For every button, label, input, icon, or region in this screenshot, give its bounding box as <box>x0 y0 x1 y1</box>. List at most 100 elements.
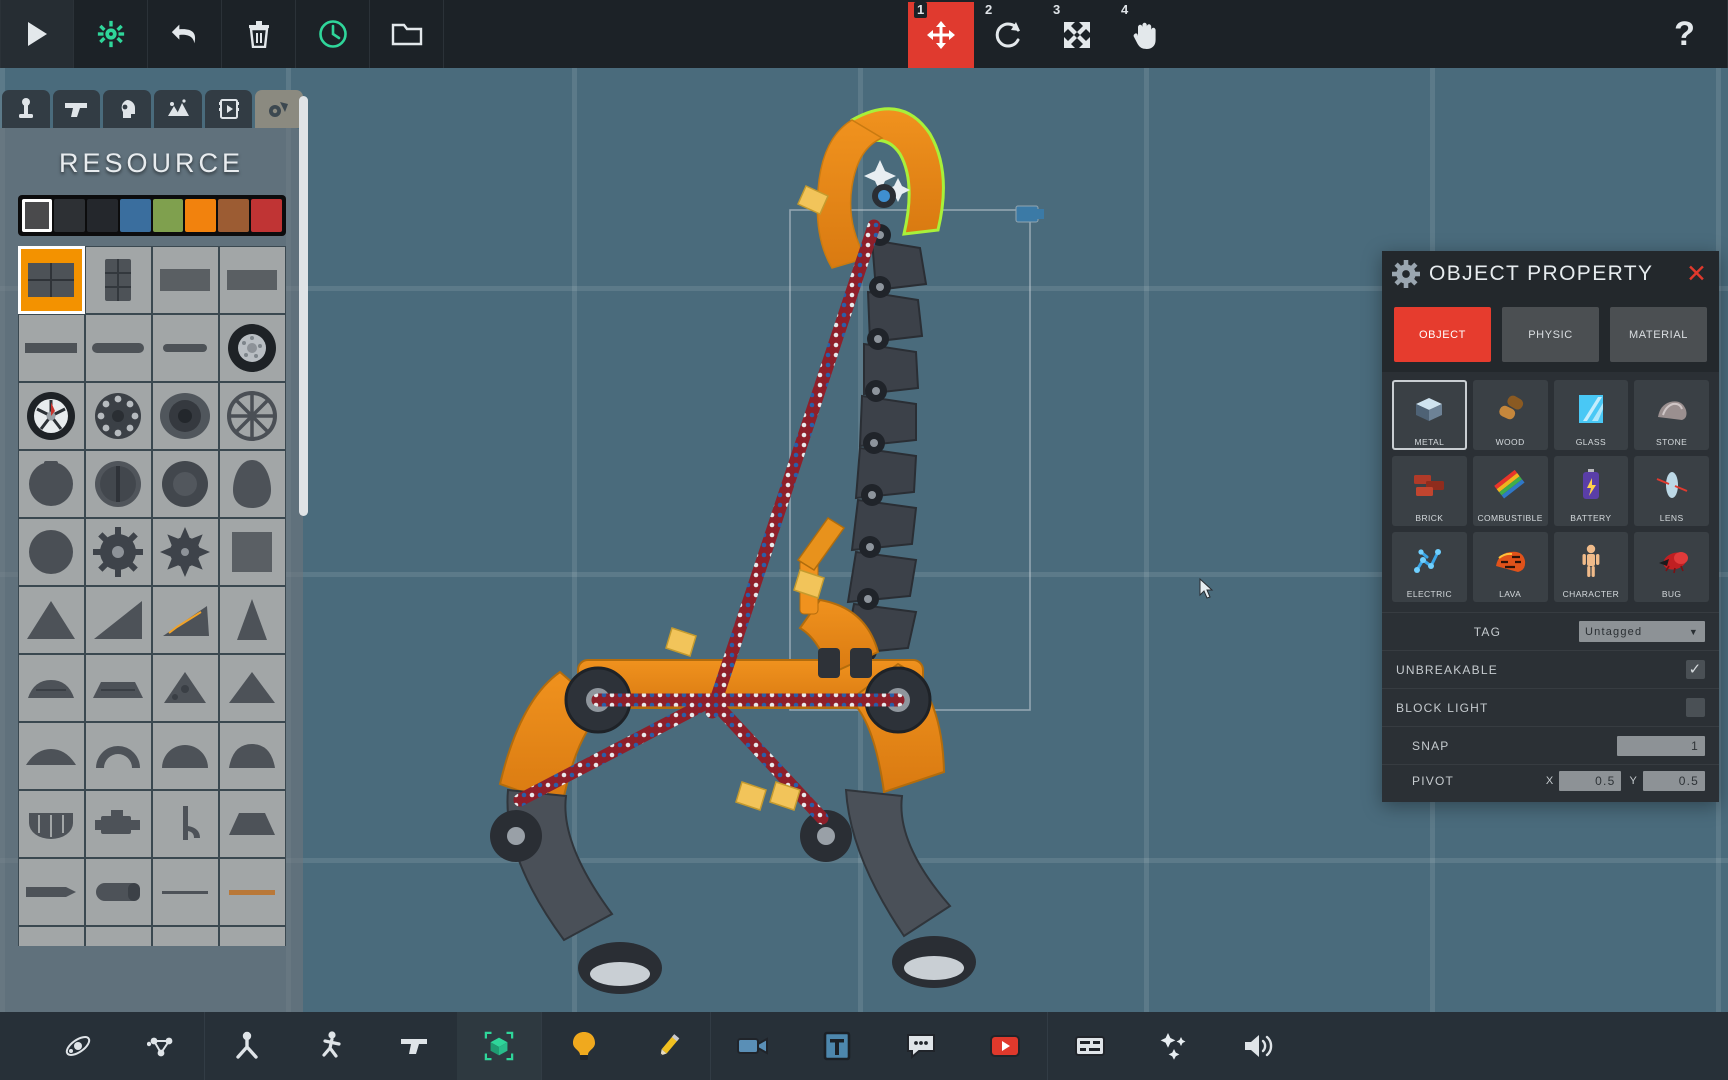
material-lava[interactable]: LAVA <box>1472 532 1548 602</box>
material-brick[interactable]: BRICK <box>1392 456 1467 526</box>
part-ramp[interactable] <box>84 586 152 654</box>
light-button[interactable] <box>542 1012 626 1080</box>
material-metal[interactable]: METAL <box>1392 380 1467 450</box>
part-rod[interactable] <box>84 314 152 382</box>
material-wood[interactable]: WOOD <box>1472 380 1548 450</box>
joint-button[interactable] <box>205 1012 289 1080</box>
part-disc[interactable] <box>17 450 85 518</box>
swatch-gray[interactable] <box>21 199 53 232</box>
tab-material[interactable]: MATERIAL <box>1610 307 1707 362</box>
part-square[interactable] <box>218 518 286 586</box>
swatch-blue[interactable] <box>119 199 151 232</box>
material-combustible[interactable]: COMBUSTIBLE <box>1472 456 1548 526</box>
part-dome[interactable] <box>151 722 219 790</box>
material-battery[interactable]: BATTERY <box>1553 456 1629 526</box>
pivot-y-input[interactable]: 0.5 <box>1643 770 1705 791</box>
part-spoke[interactable] <box>218 382 286 450</box>
part-slab[interactable] <box>17 722 85 790</box>
part-tri2[interactable] <box>218 654 286 722</box>
ragdoll-button[interactable] <box>289 1012 373 1080</box>
network-button[interactable] <box>120 1012 204 1080</box>
part-blank-c[interactable] <box>151 926 219 946</box>
tab-object[interactable]: OBJECT <box>1394 307 1491 362</box>
tool-move[interactable]: 1 <box>908 1 974 68</box>
swatch-dark[interactable] <box>54 199 85 232</box>
part-cage[interactable] <box>17 790 85 858</box>
part-arch[interactable] <box>84 722 152 790</box>
sound-button[interactable] <box>1216 1012 1300 1080</box>
part-plate-s[interactable] <box>218 246 286 314</box>
open-button[interactable] <box>370 0 444 68</box>
part-plate-l[interactable] <box>151 246 219 314</box>
part-shell[interactable] <box>218 722 286 790</box>
part-blank-a[interactable] <box>17 926 85 946</box>
tab-heads[interactable] <box>103 90 152 128</box>
material-glass[interactable]: GLASS <box>1553 380 1629 450</box>
draw-button[interactable] <box>626 1012 710 1080</box>
tab-vehicles[interactable] <box>255 90 304 128</box>
object-button[interactable] <box>457 1012 541 1080</box>
part-engine[interactable] <box>84 790 152 858</box>
part-bar[interactable] <box>17 314 85 382</box>
camera-button[interactable] <box>711 1012 795 1080</box>
tab-physic[interactable]: PHYSIC <box>1502 307 1599 362</box>
swatch-orange[interactable] <box>185 199 216 232</box>
part-cap[interactable] <box>218 790 286 858</box>
snap-input[interactable]: 1 <box>1617 735 1705 756</box>
part-beam[interactable] <box>17 858 85 926</box>
tab-terrain[interactable] <box>154 90 202 128</box>
part-tire-rim[interactable] <box>218 314 286 382</box>
part-tire-solid[interactable] <box>151 382 219 450</box>
part-wheel-bolt[interactable] <box>84 382 152 450</box>
part-gear[interactable] <box>84 518 152 586</box>
video-button[interactable] <box>963 1012 1047 1080</box>
play-button[interactable] <box>0 0 74 68</box>
swatch-black[interactable] <box>87 199 118 232</box>
tool-scale[interactable]: 3 <box>1044 1 1110 68</box>
part-stairs[interactable] <box>151 586 219 654</box>
part-sawblade[interactable] <box>151 518 219 586</box>
tool-pan[interactable]: 4 <box>1112 1 1178 68</box>
delete-button[interactable] <box>222 0 296 68</box>
dialogue-button[interactable] <box>879 1012 963 1080</box>
pivot-x-input[interactable]: 0.5 <box>1559 770 1622 791</box>
tab-weapons[interactable] <box>52 90 101 128</box>
physics-button[interactable] <box>36 1012 120 1080</box>
part-hook[interactable] <box>151 790 219 858</box>
part-strip[interactable] <box>218 858 286 926</box>
swatch-green[interactable] <box>152 199 184 232</box>
resource-scrollbar[interactable] <box>298 96 308 516</box>
material-stone[interactable]: STONE <box>1634 380 1709 450</box>
ui-button[interactable] <box>1048 1012 1132 1080</box>
settings-button[interactable] <box>74 0 148 68</box>
part-ball[interactable] <box>17 518 85 586</box>
part-blank-d[interactable] <box>218 926 286 946</box>
part-cone[interactable] <box>218 586 286 654</box>
block-light-checkbox[interactable] <box>1686 698 1705 717</box>
part-egg[interactable] <box>218 450 286 518</box>
part-tri[interactable] <box>151 654 219 722</box>
part-wedge[interactable] <box>17 586 85 654</box>
material-character[interactable]: CHARACTER <box>1553 532 1629 602</box>
part-roller[interactable] <box>151 450 219 518</box>
part-wheel-alloy[interactable] <box>17 382 85 450</box>
part-hull[interactable] <box>17 654 85 722</box>
text-button[interactable] <box>795 1012 879 1080</box>
part-crate[interactable] <box>17 246 85 314</box>
part-cylinder[interactable] <box>84 858 152 926</box>
part-hull2[interactable] <box>84 654 152 722</box>
particle-button[interactable] <box>1132 1012 1216 1080</box>
part-barrel[interactable] <box>84 246 152 314</box>
material-lens[interactable]: LENS <box>1634 456 1709 526</box>
part-line[interactable] <box>151 858 219 926</box>
weapon-button[interactable] <box>373 1012 457 1080</box>
material-electric[interactable]: ELECTRIC <box>1392 532 1467 602</box>
help-button[interactable]: ? <box>1642 0 1728 68</box>
unbreakable-checkbox[interactable]: ✓ <box>1686 660 1705 679</box>
undo-button[interactable] <box>148 0 222 68</box>
tag-dropdown[interactable]: Untagged ▼ <box>1579 621 1705 642</box>
part-rod-thin[interactable] <box>151 314 219 382</box>
tab-media[interactable] <box>204 90 253 128</box>
swatch-brown[interactable] <box>218 199 249 232</box>
tab-joints[interactable] <box>2 90 50 128</box>
